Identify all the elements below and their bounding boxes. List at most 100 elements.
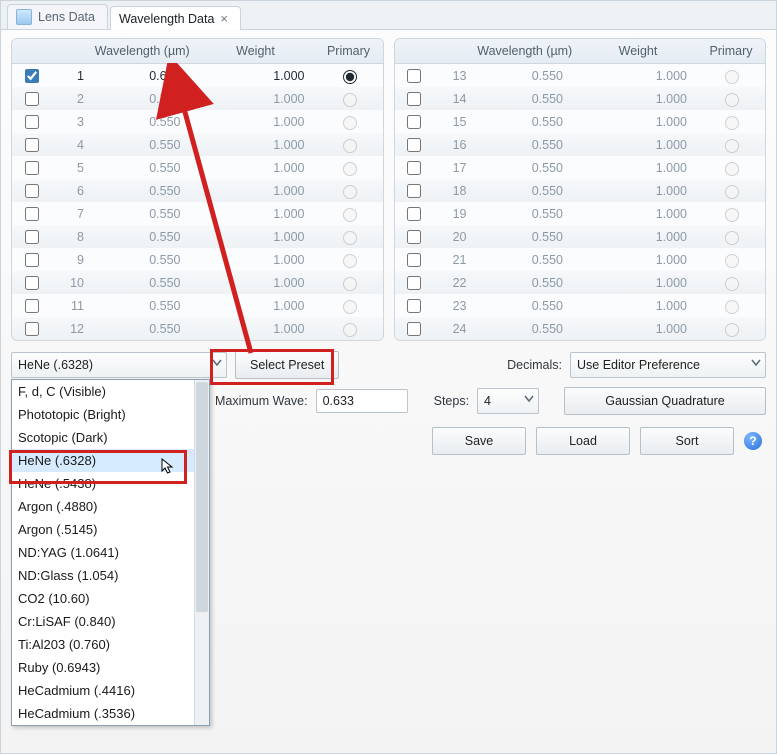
row-weight-cell[interactable]: 1.000 [191,276,315,290]
row-enable-checkbox[interactable] [407,161,421,175]
select-preset-button[interactable]: Select Preset [235,351,339,379]
row-wavelength-cell[interactable]: 0.550 [473,161,574,175]
row-weight-cell[interactable]: 1.000 [573,69,697,83]
row-enable-checkbox[interactable] [25,322,39,336]
row-primary-radio[interactable] [343,70,357,84]
preset-combo[interactable]: HeNe (.6328) [11,352,227,378]
row-weight-cell[interactable]: 1.000 [191,230,315,244]
row-weight-cell[interactable]: 1.000 [573,322,697,336]
table-row[interactable]: 80.5501.000 [12,225,383,248]
row-enable-checkbox[interactable] [407,184,421,198]
table-row[interactable]: 40.5501.000 [12,133,383,156]
row-wavelength-cell[interactable]: 0.550 [473,207,574,221]
table-row[interactable]: 110.5501.000 [12,294,383,317]
table-row[interactable]: 120.5501.000 [12,317,383,340]
preset-option[interactable]: F, d, C (Visible) [12,380,209,403]
table-row[interactable]: 90.5501.000 [12,248,383,271]
row-primary-radio[interactable] [343,162,357,176]
row-weight-cell[interactable]: 1.000 [191,92,315,106]
row-primary-radio[interactable] [343,93,357,107]
row-weight-cell[interactable]: 1.000 [191,322,315,336]
row-enable-checkbox[interactable] [25,276,39,290]
row-enable-checkbox[interactable] [25,299,39,313]
row-wavelength-cell[interactable]: 0.550 [90,299,191,313]
row-wavelength-cell[interactable]: 0.550 [90,115,191,129]
row-enable-checkbox[interactable] [407,92,421,106]
tab-lens-data[interactable]: Lens Data [7,4,108,29]
preset-option[interactable]: Phototopic (Bright) [12,403,209,426]
table-row[interactable]: 230.5501.000 [395,294,766,317]
row-wavelength-cell[interactable]: 0.550 [90,92,191,106]
table-row[interactable]: 30.5501.000 [12,110,383,133]
row-enable-checkbox[interactable] [25,92,39,106]
col-primary[interactable]: Primary [697,39,765,63]
table-row[interactable]: 170.5501.000 [395,156,766,179]
col-weight[interactable]: Weight [197,39,315,63]
row-wavelength-cell[interactable]: 0.550 [473,184,574,198]
table-row[interactable]: 180.5501.000 [395,179,766,202]
load-button[interactable]: Load [536,427,630,455]
row-primary-radio[interactable] [725,139,739,153]
col-primary[interactable]: Primary [315,39,383,63]
row-wavelength-cell[interactable]: 0.550 [90,207,191,221]
table-row[interactable]: 60.5501.000 [12,179,383,202]
row-weight-cell[interactable]: 1.000 [191,138,315,152]
row-wavelength-cell[interactable]: 0.550 [90,161,191,175]
row-enable-checkbox[interactable] [407,69,421,83]
preset-option[interactable]: HeNe (.6328) [12,449,209,472]
save-button[interactable]: Save [432,427,526,455]
row-wavelength-cell[interactable]: 0.550 [90,138,191,152]
table-row[interactable]: 220.5501.000 [395,271,766,294]
row-wavelength-cell[interactable]: 0.550 [90,253,191,267]
row-weight-cell[interactable]: 1.000 [573,161,697,175]
row-primary-radio[interactable] [343,139,357,153]
preset-option[interactable]: HeCadmium (.4416) [12,679,209,702]
preset-option[interactable]: Ruby (0.6943) [12,656,209,679]
row-primary-radio[interactable] [725,231,739,245]
preset-option[interactable]: ND:YAG (1.0641) [12,541,209,564]
preset-option[interactable]: Scotopic (Dark) [12,426,209,449]
row-weight-cell[interactable]: 1.000 [573,299,697,313]
preset-option[interactable]: Cr:LiSAF (0.840) [12,610,209,633]
row-enable-checkbox[interactable] [407,138,421,152]
row-wavelength-cell[interactable]: 0.550 [473,230,574,244]
steps-combo[interactable]: 4 [477,388,539,414]
row-primary-radio[interactable] [725,254,739,268]
preset-dropdown-list[interactable]: F, d, C (Visible)Phototopic (Bright)Scot… [11,379,210,726]
row-primary-radio[interactable] [725,300,739,314]
row-enable-checkbox[interactable] [25,207,39,221]
gaussian-quadrature-button[interactable]: Gaussian Quadrature [564,387,766,415]
row-wavelength-cell[interactable]: 0.550 [473,138,574,152]
row-weight-cell[interactable]: 1.000 [191,207,315,221]
row-wavelength-cell[interactable]: 0.550 [90,184,191,198]
close-icon[interactable]: × [220,11,228,26]
row-enable-checkbox[interactable] [407,253,421,267]
row-enable-checkbox[interactable] [25,69,39,83]
table-row[interactable]: 240.5501.000 [395,317,766,340]
table-row[interactable]: 150.5501.000 [395,110,766,133]
row-weight-cell[interactable]: 1.000 [191,69,315,83]
help-icon[interactable]: ? [744,432,762,450]
row-enable-checkbox[interactable] [25,115,39,129]
row-enable-checkbox[interactable] [407,299,421,313]
row-weight-cell[interactable]: 1.000 [191,253,315,267]
row-wavelength-cell[interactable]: 0.550 [473,299,574,313]
row-primary-radio[interactable] [343,277,357,291]
col-wavelength[interactable]: Wavelength (µm) [471,39,580,63]
row-wavelength-cell[interactable]: 0.550 [90,230,191,244]
table-row[interactable]: 10.6331.000 [12,64,383,87]
row-weight-cell[interactable]: 1.000 [573,115,697,129]
row-enable-checkbox[interactable] [407,276,421,290]
row-weight-cell[interactable]: 1.000 [191,115,315,129]
row-weight-cell[interactable]: 1.000 [573,92,697,106]
row-weight-cell[interactable]: 1.000 [573,184,697,198]
scrollbar-thumb[interactable] [196,382,208,612]
row-wavelength-cell[interactable]: 0.550 [473,69,574,83]
row-primary-radio[interactable] [343,231,357,245]
row-wavelength-cell[interactable]: 0.550 [473,253,574,267]
row-primary-radio[interactable] [725,70,739,84]
row-primary-radio[interactable] [343,300,357,314]
row-primary-radio[interactable] [343,254,357,268]
preset-option[interactable]: HeCadmium (.3536) [12,702,209,725]
row-primary-radio[interactable] [343,116,357,130]
